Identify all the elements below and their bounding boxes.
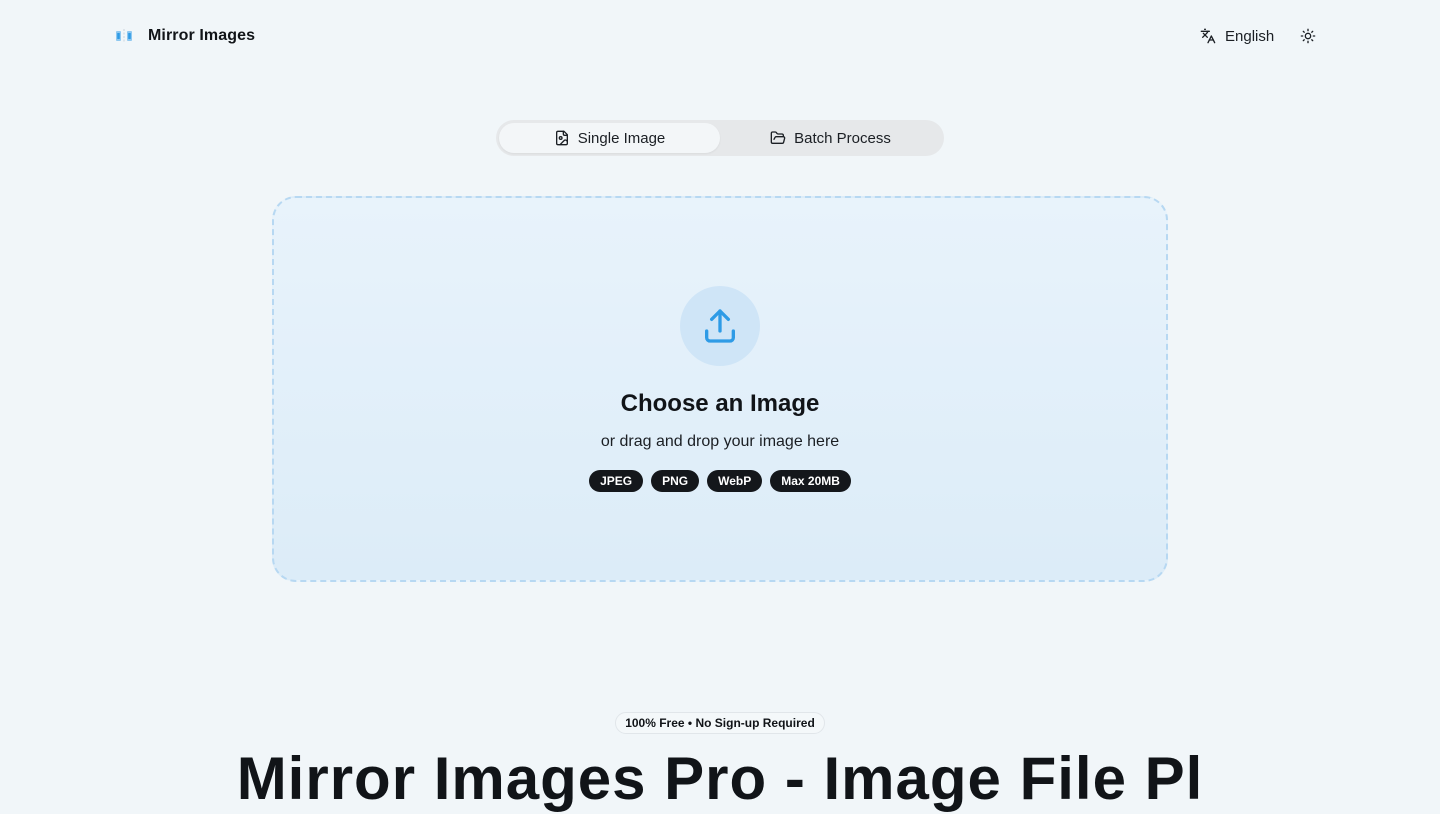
upload-button[interactable] bbox=[680, 286, 760, 366]
dropzone-subtitle: or drag and drop your image here bbox=[600, 433, 840, 450]
top-header: Mirror Images English bbox=[0, 0, 1440, 72]
theme-toggle-button[interactable] bbox=[1290, 18, 1326, 54]
format-badges: JPEG PNG WebP Max 20MB bbox=[274, 470, 1166, 492]
badge-jpeg: JPEG bbox=[589, 470, 644, 492]
free-badge: 100% Free • No Sign-up Required bbox=[615, 712, 825, 734]
translate-icon bbox=[1200, 28, 1216, 44]
tab-single-image-label: Single Image bbox=[577, 129, 666, 147]
image-dropzone[interactable]: Choose an Image or drag and drop your im… bbox=[272, 196, 1168, 582]
sun-icon bbox=[1300, 28, 1316, 44]
tab-single-image[interactable]: Single Image bbox=[499, 123, 720, 153]
language-label: English bbox=[1225, 27, 1275, 45]
mirror-logo-icon bbox=[116, 29, 132, 43]
badge-webp: WebP bbox=[707, 470, 763, 492]
mode-tabs: Single Image Batch Process bbox=[496, 120, 944, 156]
tab-batch-process[interactable]: Batch Process bbox=[720, 123, 941, 153]
dropzone-title: Choose an Image bbox=[620, 390, 820, 417]
brand-name: Mirror Images bbox=[148, 27, 256, 44]
upload-icon bbox=[705, 309, 735, 343]
badge-max-size: Max 20MB bbox=[770, 470, 851, 492]
badge-png: PNG bbox=[651, 470, 700, 492]
tab-batch-process-label: Batch Process bbox=[794, 129, 891, 147]
hero-title: Mirror Images Pro - Image File Pl bbox=[236, 745, 1204, 812]
language-selector[interactable]: English bbox=[1192, 18, 1282, 54]
folder-open-icon bbox=[770, 131, 786, 144]
image-file-icon bbox=[555, 130, 568, 146]
brand[interactable]: Mirror Images bbox=[114, 24, 255, 48]
